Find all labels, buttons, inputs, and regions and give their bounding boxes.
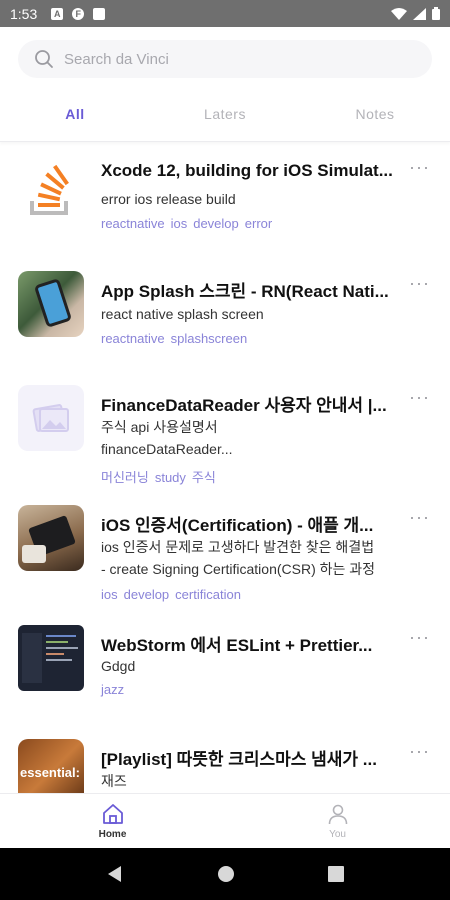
item-description: 주식 api 사용설명서 bbox=[101, 419, 218, 435]
item-title: WebStorm 에서 ESLint + Prettier... bbox=[101, 636, 373, 655]
item-description: error ios release build bbox=[101, 191, 236, 207]
image-placeholder-thumbnail bbox=[18, 385, 84, 451]
nav-you-label: You bbox=[329, 829, 346, 840]
item-title: Xcode 12, building for iOS Simulat... bbox=[101, 161, 393, 180]
tab-all[interactable]: All bbox=[0, 100, 150, 141]
battery-icon bbox=[432, 7, 440, 20]
search-icon bbox=[35, 50, 53, 68]
home-icon bbox=[102, 804, 123, 824]
tablet-photo-thumbnail bbox=[18, 505, 84, 571]
item-title: App Splash 스크린 - RN(React Nati... bbox=[101, 282, 389, 301]
tab-bar: All Laters Notes bbox=[0, 100, 450, 142]
item-title: [Playlist] 따뜻한 크리스마스 냄새가 ... bbox=[101, 750, 377, 769]
item-description-line2: - create Signing Certification(CSR) 하는 과… bbox=[101, 561, 376, 577]
signal-icon bbox=[413, 7, 426, 20]
item-title: iOS 인증서(Certification) - 애플 개... bbox=[101, 516, 374, 535]
playlist-cover-text: essential: bbox=[20, 765, 80, 780]
nav-home-label: Home bbox=[98, 829, 127, 840]
more-options-button[interactable]: ··· bbox=[409, 157, 430, 178]
phone-photo-thumbnail bbox=[18, 271, 84, 337]
tag[interactable]: study bbox=[155, 470, 186, 485]
tag[interactable]: ios bbox=[101, 587, 118, 602]
item-tags: ios develop certification bbox=[101, 587, 247, 602]
item-title: FinanceDataReader 사용자 안내서 |... bbox=[101, 396, 387, 415]
nav-you[interactable]: You bbox=[225, 794, 450, 848]
more-options-button[interactable]: ··· bbox=[409, 627, 430, 648]
status-time: 1:53 bbox=[10, 5, 38, 22]
tag[interactable]: develop bbox=[124, 587, 170, 602]
tag[interactable]: reactnative bbox=[101, 331, 165, 346]
f-icon: F bbox=[72, 7, 85, 20]
status-right-icons bbox=[391, 7, 440, 20]
doc-icon bbox=[93, 7, 106, 20]
system-navigation-bar bbox=[0, 848, 450, 900]
item-tags: 머신러닝 study 주식 bbox=[101, 467, 222, 486]
tag[interactable]: jazz bbox=[101, 682, 124, 697]
recents-icon[interactable] bbox=[327, 866, 344, 882]
back-icon[interactable] bbox=[106, 865, 124, 883]
item-description: ios 인증서 문제로 고생하다 발견한 찾은 해결법 bbox=[101, 539, 375, 555]
bottom-navigation: Home You bbox=[0, 793, 450, 848]
item-description-line2: financeDataReader... bbox=[101, 441, 233, 457]
tab-laters[interactable]: Laters bbox=[150, 100, 300, 141]
search-input[interactable] bbox=[64, 50, 404, 68]
tab-notes[interactable]: Notes bbox=[300, 100, 450, 141]
person-icon bbox=[328, 804, 347, 825]
search-bar[interactable] bbox=[18, 40, 432, 78]
item-tags: jazz bbox=[101, 682, 130, 697]
item-tags: reactnative ios develop error bbox=[101, 216, 278, 231]
more-options-button[interactable]: ··· bbox=[409, 273, 430, 294]
wifi-icon bbox=[391, 7, 407, 20]
tag[interactable]: splashscreen bbox=[171, 331, 248, 346]
more-options-button[interactable]: ··· bbox=[409, 507, 430, 528]
tag[interactable]: 주식 bbox=[192, 470, 216, 485]
image-placeholder-icon bbox=[32, 404, 69, 432]
home-button-icon[interactable] bbox=[217, 865, 235, 883]
bookmark-list: Xcode 12, building for iOS Simulat... er… bbox=[0, 143, 450, 793]
item-tags: reactnative splashscreen bbox=[101, 331, 253, 346]
tag[interactable]: ios bbox=[171, 216, 188, 231]
more-options-button[interactable]: ··· bbox=[409, 387, 430, 408]
tag[interactable]: error bbox=[245, 216, 272, 231]
tag[interactable]: reactnative bbox=[101, 216, 165, 231]
tag[interactable]: 머신러닝 bbox=[101, 470, 149, 485]
tag[interactable]: certification bbox=[175, 587, 241, 602]
stackoverflow-logo-thumbnail bbox=[18, 157, 84, 223]
nav-home[interactable]: Home bbox=[0, 794, 225, 848]
stackoverflow-logo-icon bbox=[30, 164, 69, 215]
code-editor-thumbnail bbox=[18, 625, 84, 691]
a-icon: A bbox=[51, 7, 64, 20]
item-description: react native splash screen bbox=[101, 306, 264, 322]
playlist-cover-thumbnail: essential: bbox=[18, 739, 84, 793]
status-bar: 1:53 A F bbox=[0, 0, 450, 27]
item-description: Gdgd bbox=[101, 658, 136, 674]
item-description: 재즈 bbox=[101, 773, 127, 789]
more-options-button[interactable]: ··· bbox=[409, 741, 430, 762]
tag[interactable]: develop bbox=[193, 216, 239, 231]
